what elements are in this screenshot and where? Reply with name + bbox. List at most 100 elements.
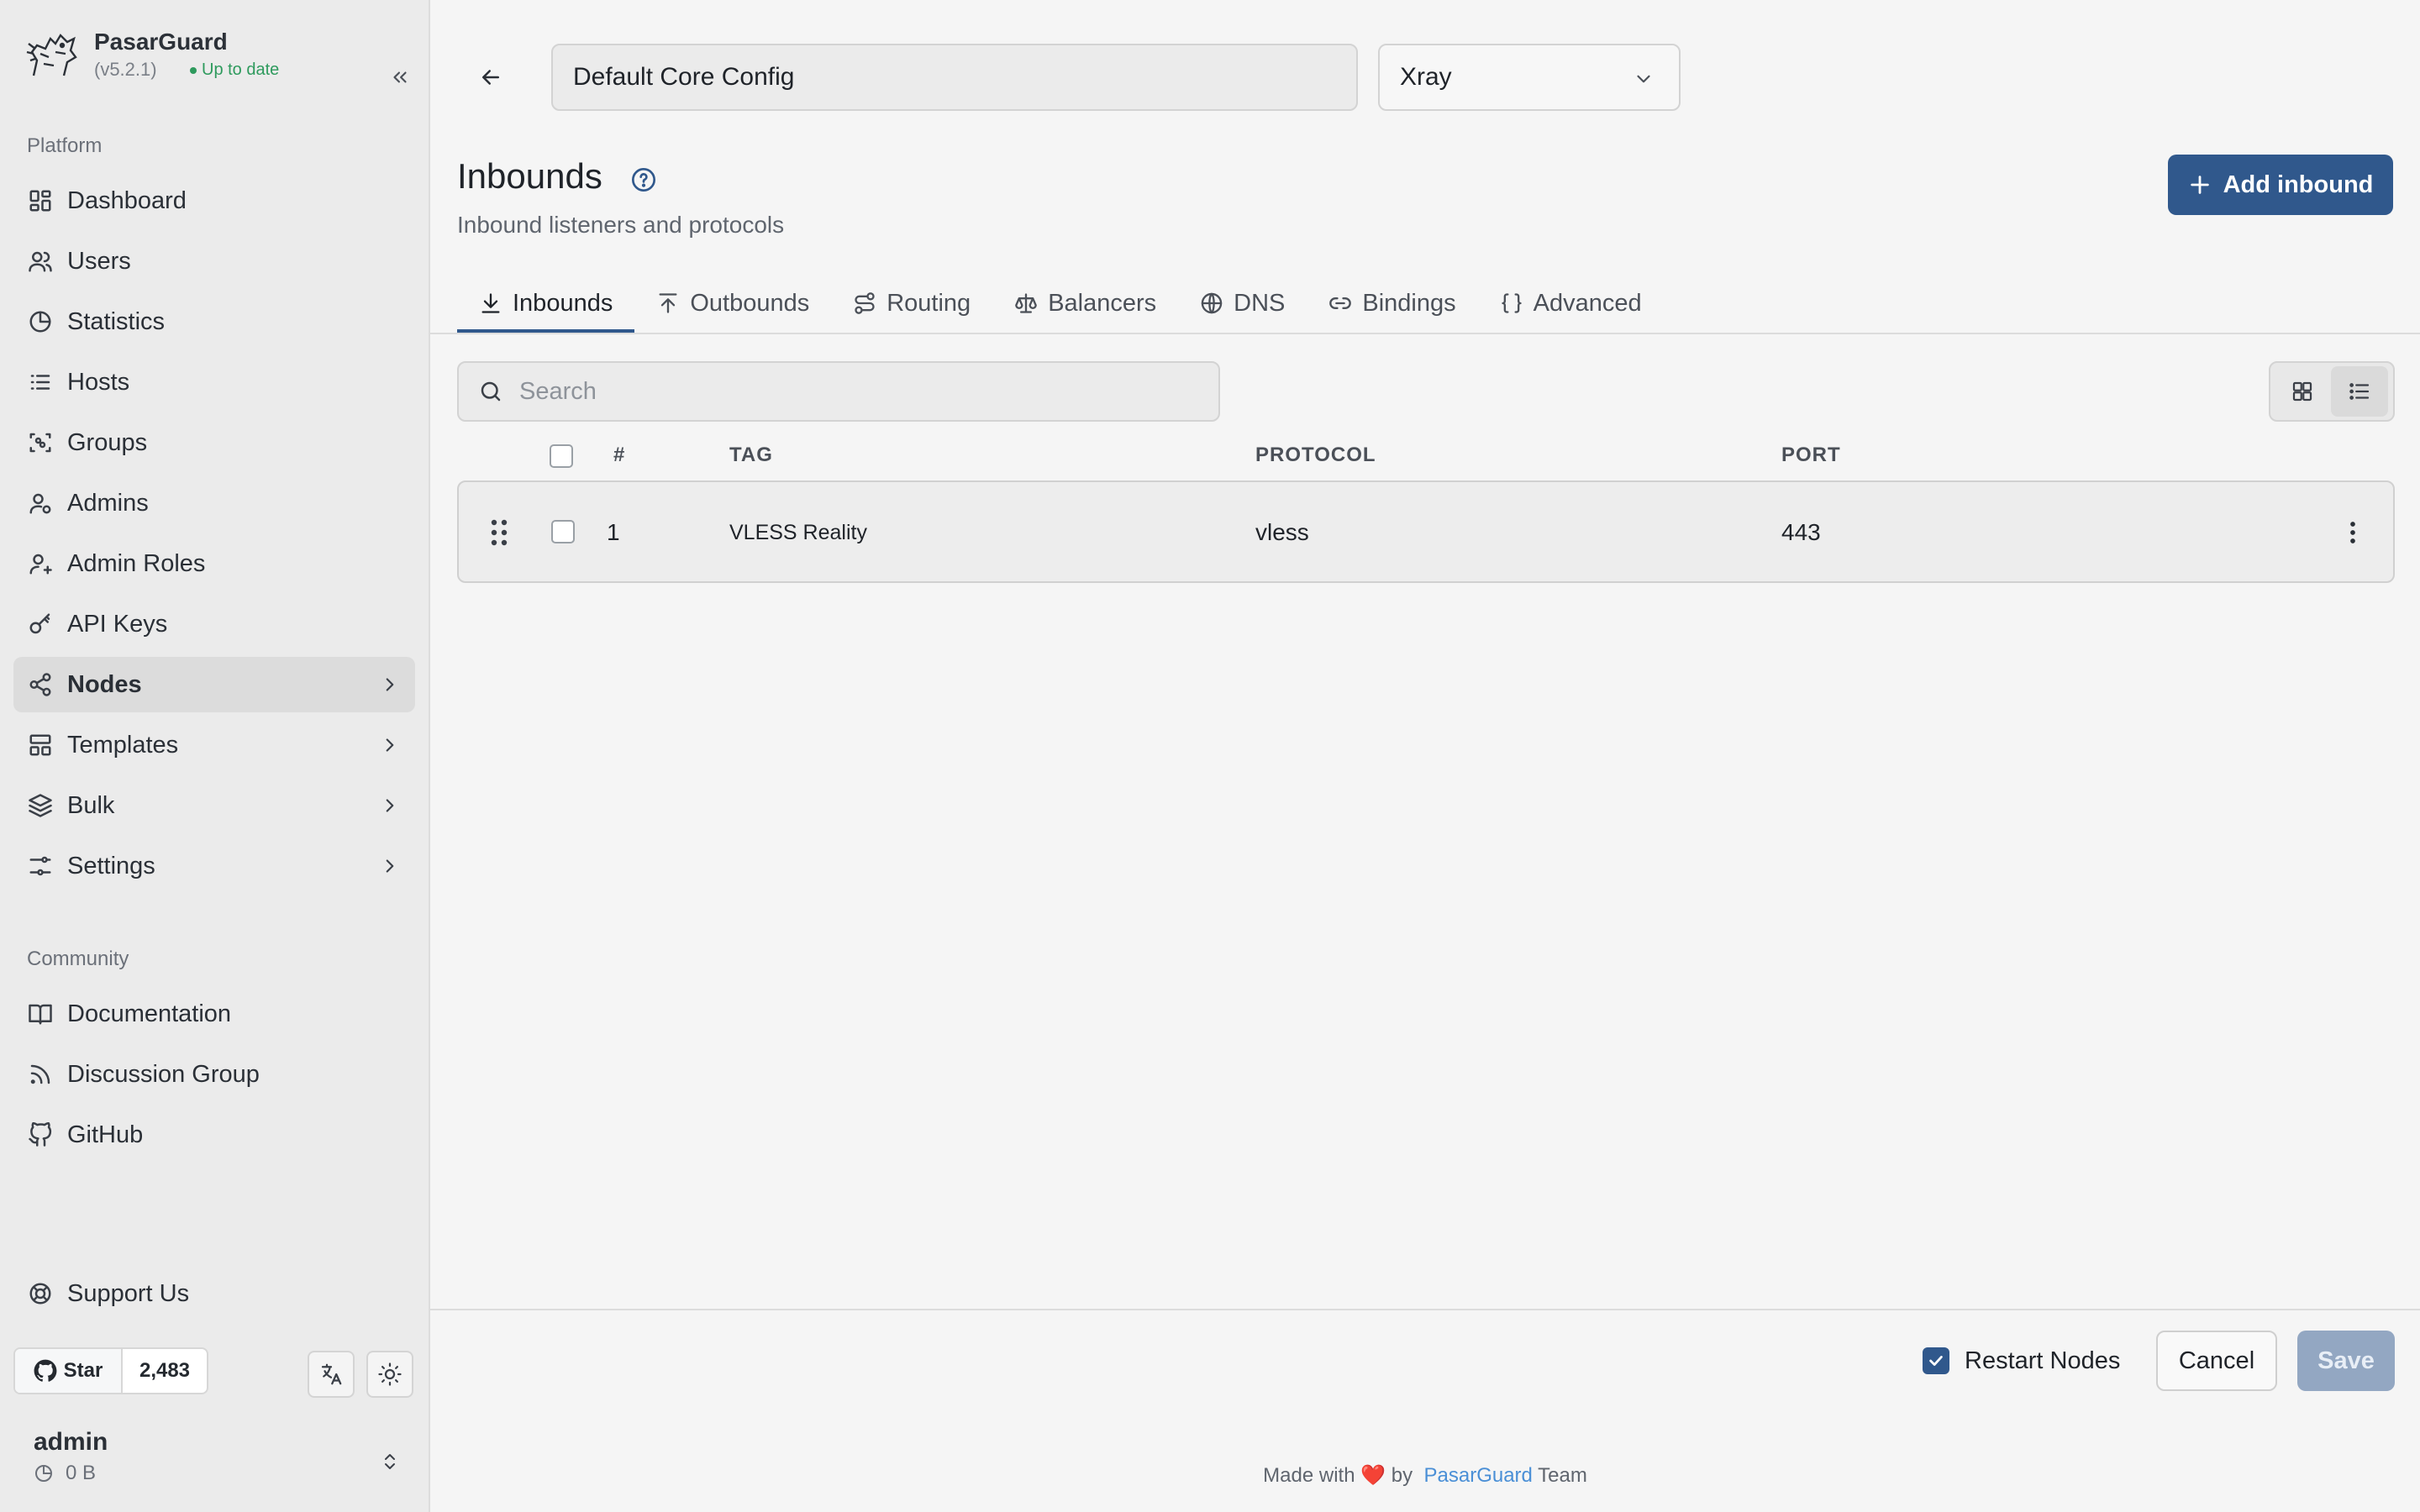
sidebar-item-documentation[interactable]: Documentation <box>13 986 415 1042</box>
theme-toggle-button[interactable] <box>366 1351 413 1398</box>
sidebar-item-support-us[interactable]: Support Us <box>13 1266 415 1321</box>
chevron-right-icon <box>376 853 403 879</box>
search-box[interactable] <box>457 361 1220 422</box>
grid-view-button[interactable] <box>2274 366 2331 417</box>
restart-nodes-checkbox[interactable] <box>1923 1347 1949 1374</box>
community-section-label: Community <box>27 948 129 970</box>
sidebar-item-label: API Keys <box>67 610 168 638</box>
sun-icon <box>378 1362 402 1386</box>
tabs-divider <box>430 333 2420 334</box>
heart-icon: ❤️ <box>1360 1464 1386 1487</box>
sidebar-item-admins[interactable]: Admins <box>13 475 415 531</box>
user-menu[interactable]: admin 0 B <box>34 1428 403 1495</box>
page-title: Inbounds <box>457 156 602 196</box>
back-button[interactable] <box>474 60 508 94</box>
sidebar-item-label: Statistics <box>67 307 166 335</box>
collapse-sidebar-button[interactable] <box>385 62 415 92</box>
github-mark-icon <box>34 1359 57 1382</box>
sidebar-item-bulk[interactable]: Bulk <box>13 778 415 833</box>
drag-handle-icon[interactable] <box>489 517 509 548</box>
sidebar-item-label: Dashboard <box>67 186 187 214</box>
github-star-button[interactable]: Star <box>15 1349 123 1393</box>
tab-label: Inbounds <box>513 289 613 317</box>
tab-bindings[interactable]: Bindings <box>1307 274 1477 333</box>
table-row[interactable]: 1 VLESS Reality vless 443 <box>457 480 2395 583</box>
brand-name: PasarGuard <box>94 29 228 55</box>
sidebar: PasarGuard (v5.2.1) Up to date Platform … <box>0 0 430 1512</box>
tab-label: Routing <box>886 289 971 317</box>
save-button[interactable]: Save <box>2297 1331 2395 1391</box>
sidebar-item-github[interactable]: GitHub <box>13 1107 415 1163</box>
app-root: PasarGuard (v5.2.1) Up to date Platform … <box>0 0 2420 1512</box>
sidebar-item-label: Support Us <box>67 1279 190 1307</box>
chevron-right-icon <box>376 732 403 759</box>
chevrons-up-down-icon[interactable] <box>376 1445 403 1478</box>
sidebar-item-users[interactable]: Users <box>13 234 415 289</box>
core-type-select[interactable]: Xray <box>1378 44 1681 111</box>
link-icon <box>1328 291 1362 315</box>
cancel-button[interactable]: Cancel <box>2156 1331 2277 1391</box>
sidebar-item-label: Templates <box>67 731 179 759</box>
tab-label: Balancers <box>1048 289 1157 317</box>
sidebar-item-groups[interactable]: Groups <box>13 415 415 470</box>
share-nodes-icon <box>27 671 54 698</box>
update-status: Up to date <box>190 60 279 80</box>
pasarguard-logo-icon <box>25 27 79 82</box>
plus-icon <box>2190 176 2209 194</box>
sidebar-item-label: Documentation <box>67 1000 232 1027</box>
chevron-right-icon <box>376 792 403 819</box>
sidebar-item-nodes[interactable]: Nodes <box>13 657 415 712</box>
dashboard-icon <box>27 187 54 214</box>
add-inbound-button[interactable]: Add inbound <box>2168 155 2393 215</box>
row-index: 1 <box>607 519 620 545</box>
language-button[interactable] <box>308 1351 355 1398</box>
sidebar-item-templates[interactable]: Templates <box>13 717 415 773</box>
group-icon <box>27 429 54 456</box>
more-vertical-icon[interactable] <box>2343 517 2363 548</box>
help-circle-icon[interactable] <box>629 165 659 195</box>
sidebar-item-discussion-group[interactable]: Discussion Group <box>13 1047 415 1102</box>
braces-icon <box>1500 291 1534 315</box>
footer-divider <box>430 1309 2420 1310</box>
chevron-right-icon <box>376 671 403 698</box>
pasarguard-link[interactable]: PasarGuard <box>1424 1464 1533 1487</box>
search-input[interactable] <box>519 377 1192 406</box>
status-dot <box>190 66 197 74</box>
github-star-widget[interactable]: Star 2,483 <box>13 1347 208 1394</box>
sidebar-item-label: Groups <box>67 428 148 456</box>
tab-label: Advanced <box>1533 289 1642 317</box>
select-all-checkbox[interactable] <box>550 444 573 468</box>
tab-routing[interactable]: Routing <box>831 274 992 333</box>
sidebar-item-api-keys[interactable]: API Keys <box>13 596 415 652</box>
update-status-label: Up to date <box>202 60 280 79</box>
view-mode-toggle <box>2269 361 2395 422</box>
chevron-down-icon <box>1630 66 1657 92</box>
sidebar-item-dashboard[interactable]: Dashboard <box>13 173 415 228</box>
key-icon <box>27 611 54 638</box>
sidebar-item-statistics[interactable]: Statistics <box>13 294 415 349</box>
row-checkbox[interactable] <box>551 520 575 543</box>
tab-dns[interactable]: DNS <box>1178 274 1307 333</box>
restart-nodes-option[interactable]: Restart Nodes <box>1923 1344 2120 1378</box>
sidebar-item-hosts[interactable]: Hosts <box>13 354 415 410</box>
download-icon <box>479 291 513 315</box>
settings-sliders-icon <box>27 853 54 879</box>
scale-icon <box>1014 291 1048 315</box>
sidebar-item-label: Bulk <box>67 791 115 819</box>
list-view-button[interactable] <box>2331 366 2388 417</box>
page-subtitle: Inbound listeners and protocols <box>457 212 785 238</box>
column-header-protocol: PROTOCOL <box>1255 444 1376 466</box>
sidebar-item-admin-roles[interactable]: Admin Roles <box>13 536 415 591</box>
tab-outbounds[interactable]: Outbounds <box>634 274 831 333</box>
users-icon <box>27 248 54 275</box>
sidebar-item-settings[interactable]: Settings <box>13 838 415 894</box>
star-label: Star <box>63 1359 103 1382</box>
column-header-port: PORT <box>1781 444 1841 466</box>
tab-inbounds[interactable]: Inbounds <box>457 274 635 333</box>
restart-nodes-label: Restart Nodes <box>1965 1347 2121 1374</box>
tab-advanced[interactable]: Advanced <box>1478 274 1664 333</box>
tab-balancers[interactable]: Balancers <box>992 274 1178 333</box>
config-name-input[interactable] <box>551 44 1358 111</box>
user-usage-value: 0 B <box>66 1462 97 1484</box>
list-icon <box>27 369 54 396</box>
